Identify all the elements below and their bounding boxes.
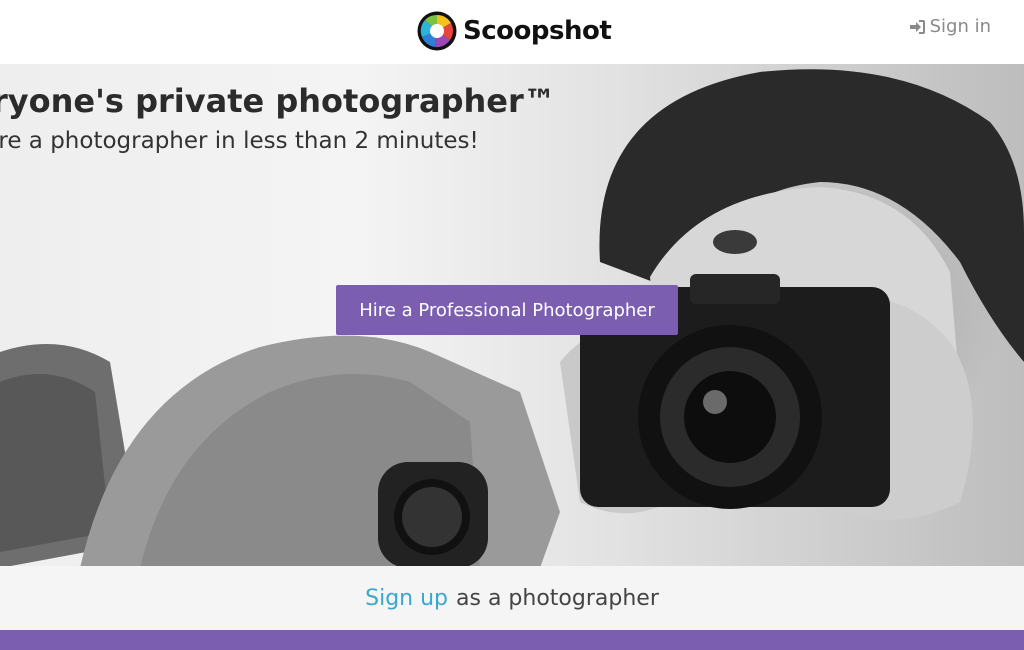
signup-link[interactable]: Sign up <box>365 586 448 611</box>
hero-banner: ryone's private photographer™ ire a phot… <box>0 62 1024 568</box>
sign-in-link[interactable]: Sign in <box>909 16 991 37</box>
signup-rest-text: as a photographer <box>456 585 659 611</box>
bottom-accent-bar <box>0 630 1024 650</box>
hero-title: ryone's private photographer™ <box>0 82 556 120</box>
brand-name: Scoopshot <box>463 16 612 46</box>
signup-band: Sign up as a photographer <box>0 566 1024 630</box>
site-header: Scoopshot Sign in <box>0 0 1024 64</box>
brand-logo[interactable]: Scoopshot <box>417 11 612 51</box>
hire-photographer-button[interactable]: Hire a Professional Photographer <box>336 285 678 335</box>
sign-in-icon <box>909 19 925 34</box>
sign-in-label: Sign in <box>929 16 991 37</box>
hero-subtitle: ire a photographer in less than 2 minute… <box>0 128 479 154</box>
scoopshot-logo-icon <box>417 11 457 51</box>
